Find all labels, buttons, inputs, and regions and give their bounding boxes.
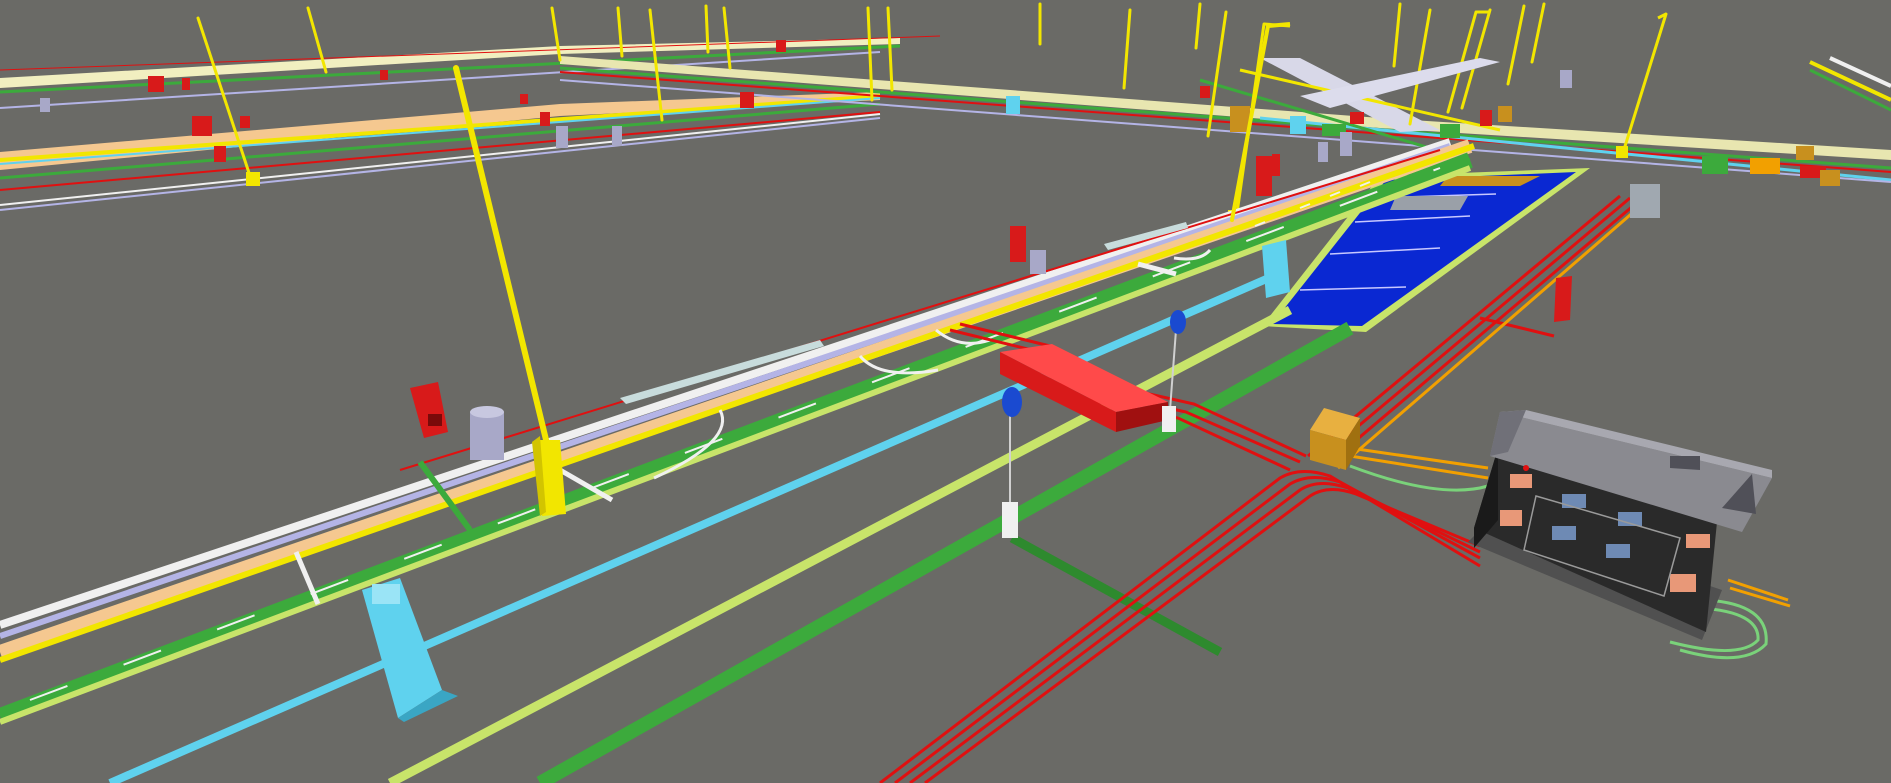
fire-hydrant-mid[interactable] <box>1010 226 1026 262</box>
fire-hydrant-top[interactable] <box>1256 156 1272 196</box>
no-parking-sign <box>1002 387 1022 417</box>
no-parking-sign-2 <box>1170 310 1186 334</box>
utility-network-3d-scene[interactable] <box>0 0 1891 783</box>
grey-road-slab <box>1390 196 1468 210</box>
far-cabinet-right <box>1630 184 1660 218</box>
fire-hydrant-right[interactable] <box>1554 276 1572 322</box>
manhole-shaft-mid[interactable] <box>1030 250 1046 274</box>
manhole-shaft-left[interactable] <box>470 406 504 460</box>
warning-light <box>1523 465 1529 471</box>
cyan-chamber-far[interactable] <box>1262 240 1290 298</box>
ground-plane <box>0 0 1891 783</box>
roof-vent <box>1670 456 1700 470</box>
